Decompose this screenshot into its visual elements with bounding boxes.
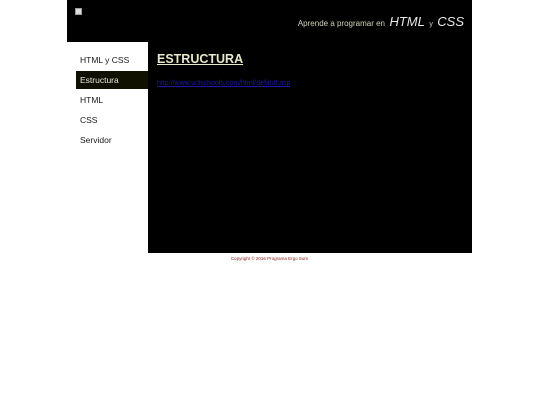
reference-link[interactable]: http://www.w3schools.com/html/default.as… (157, 80, 290, 87)
footer-copyright: Copyright © 2016 Programa Ergo Sum (230, 256, 309, 261)
sidebar-item-servidor[interactable]: Servidor (76, 131, 148, 149)
site-header: Aprende a programar en HTML y CSS (67, 0, 472, 42)
sidebar-item-css[interactable]: CSS (76, 111, 148, 129)
sidebar-nav: HTML y CSS Estructura HTML CSS Servidor (67, 42, 148, 253)
tagline-prefix: Aprende a programar en (297, 19, 386, 28)
content-panel: ESTRUCTURA http://www.w3schools.com/html… (148, 42, 472, 253)
sidebar-item-html-y-css[interactable]: HTML y CSS (76, 51, 148, 69)
tagline-and: y (429, 21, 433, 28)
sidebar-item-html[interactable]: HTML (76, 91, 148, 109)
page-container: Aprende a programar en HTML y CSS HTML y… (67, 0, 472, 261)
sidebar-item-estructura[interactable]: Estructura (76, 71, 148, 89)
main-area: HTML y CSS Estructura HTML CSS Servidor … (67, 42, 472, 253)
page-title[interactable]: ESTRUCTURA (157, 52, 243, 66)
logo-image-icon (75, 8, 82, 15)
tagline-html: HTML (389, 14, 425, 29)
tagline-css: CSS (437, 14, 464, 29)
site-tagline: Aprende a programar en HTML y CSS (298, 13, 464, 31)
